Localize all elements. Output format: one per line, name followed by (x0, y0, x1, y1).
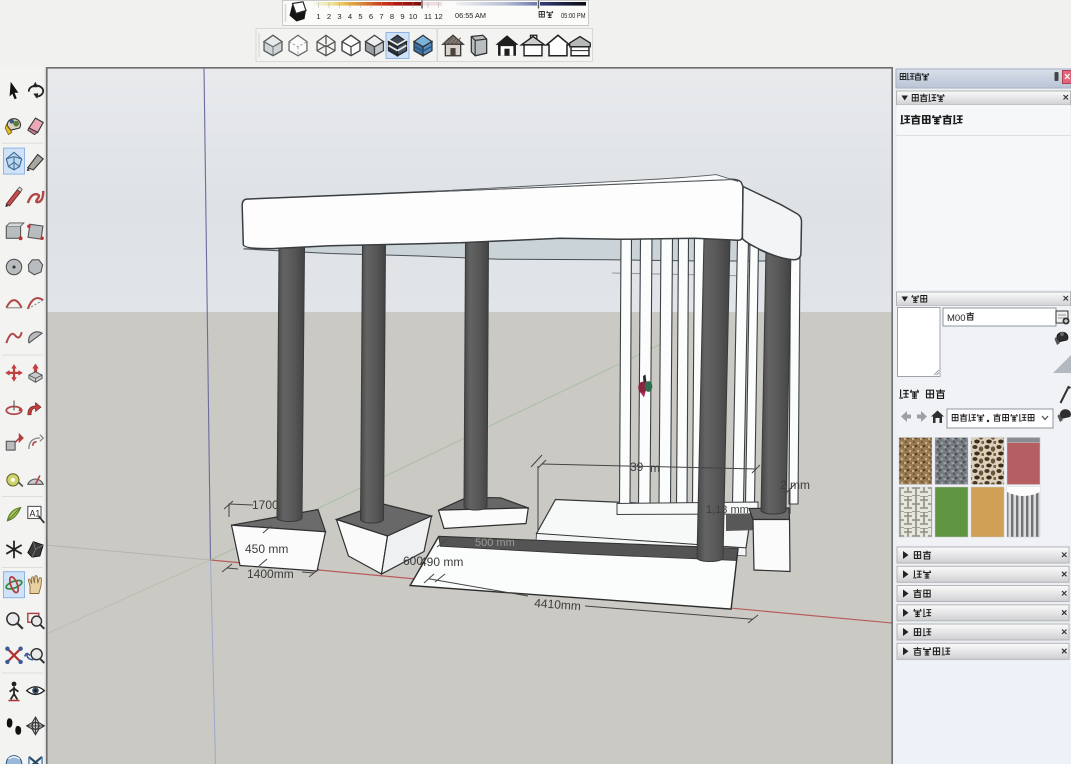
svg-text:9: 9 (400, 12, 404, 21)
svg-text:490 mm: 490 mm (420, 555, 463, 569)
svg-text:1400mm: 1400mm (247, 567, 294, 581)
svg-text:m: m (650, 461, 660, 475)
svg-text:6: 6 (369, 12, 373, 21)
svg-text:2 mm: 2 mm (780, 478, 810, 492)
svg-text:1700: 1700 (252, 498, 279, 512)
svg-text:1,13 mm: 1,13 mm (706, 504, 749, 516)
svg-text:5: 5 (358, 12, 362, 21)
svg-text:11: 11 (424, 12, 432, 21)
svg-text:4: 4 (348, 12, 352, 21)
svg-text:05:00 PM: 05:00 PM (561, 11, 586, 20)
svg-text:3: 3 (337, 12, 341, 21)
svg-text:2: 2 (327, 12, 331, 21)
svg-text:450 mm: 450 mm (245, 542, 288, 556)
svg-text:M00: M00 (947, 313, 965, 324)
svg-text:10: 10 (409, 12, 417, 21)
svg-text:1: 1 (316, 12, 320, 21)
svg-text:8: 8 (390, 12, 394, 21)
svg-text:500 mm: 500 mm (475, 537, 515, 549)
svg-text:7: 7 (379, 12, 383, 21)
svg-text:12: 12 (434, 12, 442, 21)
svg-text:39: 39 (630, 460, 644, 474)
svg-text:06:55 AM: 06:55 AM (455, 11, 486, 20)
